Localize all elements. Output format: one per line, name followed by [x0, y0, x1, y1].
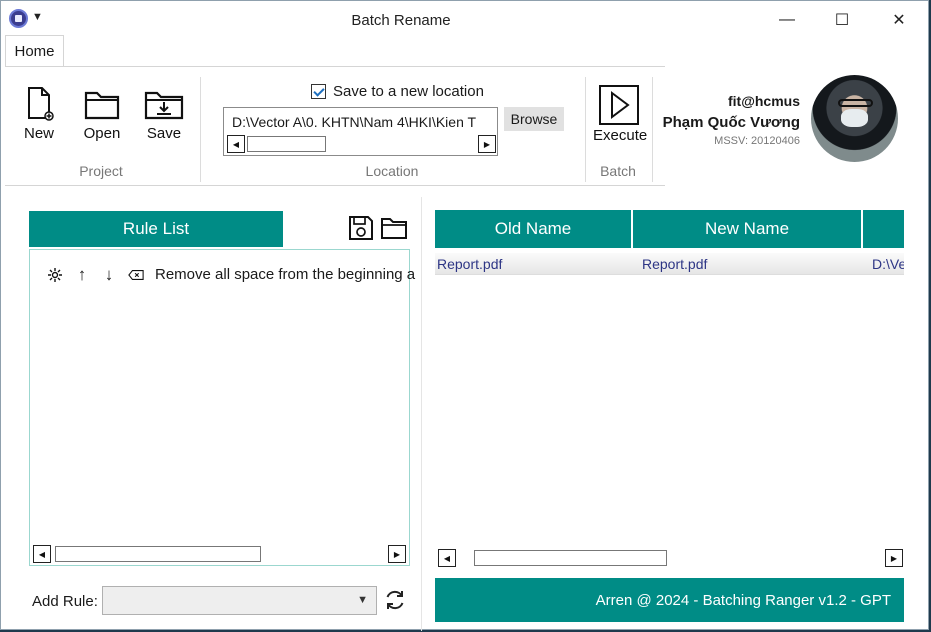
footer-text: Arren @ 2024 - Batching Ranger v1.2 - GP… — [595, 591, 891, 609]
save-folder-icon — [144, 91, 184, 120]
gear-icon[interactable] — [47, 267, 63, 283]
window-title: Batch Rename — [351, 12, 451, 29]
arrow-down-icon[interactable]: ↓ — [101, 265, 117, 284]
folder-icon — [381, 218, 407, 239]
new-file-icon — [28, 87, 54, 121]
scroll-thumb[interactable] — [247, 136, 326, 152]
folder-icon — [84, 91, 120, 120]
add-rule-select[interactable]: ▼ — [102, 586, 377, 615]
avatar-mask — [841, 109, 868, 127]
avatar — [811, 75, 898, 162]
group-separator — [200, 77, 201, 182]
group-separator — [652, 77, 653, 182]
cell-new-name: Report.pdf — [642, 255, 708, 272]
rule-list-header: Rule List — [29, 211, 283, 247]
scroll-left-icon[interactable]: ◀ — [227, 135, 245, 153]
avatar-glasses — [838, 99, 873, 107]
floppy-disk-icon — [349, 216, 373, 240]
save-to-new-location-label: Save to a new location — [333, 83, 484, 100]
scroll-thumb[interactable] — [55, 546, 261, 562]
cell-old-name: Report.pdf — [437, 255, 503, 272]
minimize-button[interactable]: — — [765, 5, 809, 35]
location-path-input[interactable]: D:\Vector A\0. KHTN\Nam 4\HKI\Kien T — [232, 114, 494, 130]
column-header-new-name[interactable]: New Name — [633, 210, 863, 248]
execute-label: Execute — [593, 127, 648, 144]
profile-username: fit@hcmus — [728, 93, 800, 109]
arrow-up-icon[interactable]: ↑ — [74, 265, 90, 284]
save-to-new-location-checkbox[interactable]: Save to a new location — [311, 83, 484, 100]
table-header: Old Name New Name — [435, 210, 904, 248]
open-label: Open — [83, 125, 121, 142]
scroll-thumb[interactable] — [474, 550, 667, 566]
path-horizontal-scrollbar[interactable]: ◀ ▶ — [227, 135, 496, 153]
scroll-right-icon[interactable]: ▶ — [885, 549, 903, 567]
new-label: New — [23, 125, 54, 142]
refresh-button[interactable] — [382, 587, 408, 613]
open-rules-button[interactable] — [380, 215, 408, 241]
add-rule-label: Add Rule: — [32, 593, 98, 610]
rule-list: ↑ ↓ Remove all space from the beginning … — [29, 249, 415, 566]
save-rules-button[interactable] — [348, 215, 374, 241]
panel-divider[interactable] — [421, 197, 422, 631]
refresh-icon — [386, 590, 404, 610]
table-row[interactable]: Report.pdf Report.pdf D:\Ve — [435, 253, 904, 275]
rule-list-horizontal-scrollbar[interactable]: ◀ ▶ — [33, 545, 406, 563]
maximize-button[interactable]: ☐ — [820, 5, 864, 35]
footer-bar: Arren @ 2024 - Batching Ranger v1.2 - GP… — [435, 578, 904, 622]
new-button[interactable]: New — [17, 85, 61, 142]
profile-student-id: MSSV: 20120406 — [714, 135, 800, 147]
remove-icon[interactable] — [128, 267, 144, 283]
rule-label: Remove all space from the beginning a — [155, 266, 416, 283]
table-horizontal-scrollbar[interactable]: ◀ ▶ — [438, 549, 903, 567]
profile-info: fit@hcmus Phạm Quốc Vương MSSV: 20120406 — [663, 93, 800, 147]
browse-button[interactable]: Browse — [504, 107, 564, 131]
location-group-label: Location — [365, 163, 419, 179]
scroll-right-icon[interactable]: ▶ — [388, 545, 406, 563]
close-button[interactable]: ✕ — [877, 5, 921, 35]
group-separator — [585, 77, 586, 182]
location-path-field[interactable]: D:\Vector A\0. KHTN\Nam 4\HKI\Kien T ◀ ▶ — [223, 107, 498, 156]
chevron-down-icon[interactable]: ▼ — [357, 594, 368, 606]
column-header-old-name[interactable]: Old Name — [435, 210, 633, 248]
tab-home[interactable]: Home — [5, 35, 64, 67]
title-bar: ▼ Batch Rename — ☐ ✕ — [1, 1, 928, 37]
ribbon-toolbar: New Open Save Project Save to a new loca… — [5, 66, 665, 186]
scroll-right-icon[interactable]: ▶ — [478, 135, 496, 153]
scroll-left-icon[interactable]: ◀ — [33, 545, 51, 563]
scroll-left-icon[interactable]: ◀ — [438, 549, 456, 567]
play-icon — [599, 85, 639, 125]
cell-path: D:\Ve — [872, 255, 904, 272]
profile-full-name: Phạm Quốc Vương — [662, 114, 800, 131]
app-window: ▼ Batch Rename — ☐ ✕ Home New Open Save … — [0, 0, 929, 631]
project-group-label: Project — [79, 163, 123, 179]
execute-button[interactable]: Execute — [593, 85, 648, 144]
batch-group-label: Batch — [600, 163, 636, 179]
file-table: Old Name New Name Report.pdf Report.pdf … — [435, 209, 904, 569]
column-header-path[interactable] — [863, 210, 904, 248]
open-button[interactable]: Open — [80, 85, 124, 142]
save-label: Save — [146, 125, 182, 142]
list-item[interactable]: ↑ ↓ Remove all space from the beginning … — [47, 265, 416, 284]
save-button[interactable]: Save — [142, 85, 186, 142]
checkbox-checked-icon[interactable] — [311, 84, 326, 99]
